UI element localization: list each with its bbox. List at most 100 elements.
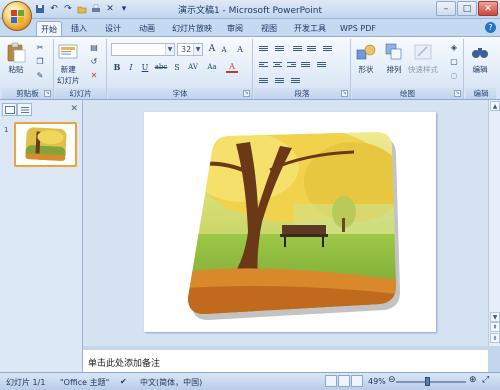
slide-canvas[interactable] <box>144 112 436 332</box>
editing-label: 编辑 <box>466 88 496 99</box>
prev-slide-icon[interactable]: ⇞ <box>490 322 500 332</box>
scroll-down-icon[interactable]: ▼ <box>490 312 500 322</box>
bold-button[interactable]: B <box>111 61 123 73</box>
slide-number: 1 <box>4 126 9 134</box>
align-left-icon[interactable] <box>257 59 270 70</box>
smartart-icon[interactable] <box>289 75 302 86</box>
tab-developer[interactable]: 开发工具 <box>290 21 330 36</box>
fit-window-icon[interactable]: ⤢ <box>482 375 489 385</box>
tab-insert[interactable]: 插入 <box>66 21 92 36</box>
text-direction-icon[interactable] <box>257 75 270 86</box>
numbering-icon[interactable] <box>273 43 286 54</box>
office-logo-icon <box>11 10 24 23</box>
layout-icon[interactable]: ▤ <box>88 42 100 53</box>
align-center-icon[interactable] <box>271 59 284 70</box>
spellcheck-icon[interactable]: ✔ <box>120 377 127 386</box>
line-spacing-icon[interactable] <box>321 43 334 54</box>
clipboard-launcher[interactable]: ↘ <box>44 90 51 97</box>
drawing-group: 形状 排列 快速样式 ◈ ▢ ◌ 绘图 ↘ <box>352 39 464 99</box>
help-icon[interactable]: ? <box>485 22 496 33</box>
decrease-indent-icon[interactable] <box>291 43 304 54</box>
zoom-in-icon[interactable]: ⊕ <box>469 375 477 385</box>
tab-view[interactable]: 视图 <box>256 21 282 36</box>
title-bar: ↶ ↷ ✕ ▾ 演示文稿1 - Microsoft PowerPoint – □… <box>0 0 500 31</box>
scroll-up-icon[interactable]: ▲ <box>490 101 500 111</box>
shape-fill-icon[interactable]: ◈ <box>448 42 460 53</box>
reset-icon[interactable]: ↺ <box>88 56 100 67</box>
font-color-button[interactable]: A <box>226 61 238 73</box>
paragraph-group: 段落 ↘ <box>254 39 351 99</box>
clear-format-button[interactable]: A <box>234 43 246 55</box>
close-icon[interactable]: ✕ <box>70 104 78 114</box>
slideshow-view-icon[interactable] <box>351 375 363 387</box>
edit-button[interactable]: 编辑 <box>469 41 491 75</box>
clipboard-group: 粘贴 ✂ ❐ ✎ 剪贴板 ↘ <box>2 39 54 99</box>
grow-font-button[interactable]: A <box>206 43 218 55</box>
zoom-slider-thumb[interactable] <box>425 377 430 386</box>
cut-icon[interactable]: ✂ <box>34 42 46 53</box>
close-button[interactable]: ✕ <box>478 1 498 16</box>
arrange-icon <box>385 43 402 60</box>
chevron-down-icon: ▼ <box>193 44 202 55</box>
font-size-combo[interactable]: 32 ▼ <box>177 43 203 56</box>
minimize-button[interactable]: – <box>436 1 456 16</box>
bullets-icon[interactable] <box>257 43 270 54</box>
slides-panel: ✕ 1 <box>0 100 83 372</box>
arrange-button[interactable]: 排列 <box>383 41 405 75</box>
shape-outline-icon[interactable]: ▢ <box>448 56 460 67</box>
delete-slide-icon[interactable]: ✕ <box>88 70 100 81</box>
copy-icon[interactable]: ❐ <box>34 56 46 67</box>
font-launcher[interactable]: ↘ <box>243 90 250 97</box>
tab-design[interactable]: 设计 <box>100 21 126 36</box>
increase-indent-icon[interactable] <box>305 43 318 54</box>
italic-button[interactable]: I <box>125 61 137 73</box>
tab-slides[interactable] <box>2 103 17 116</box>
shape-effects-icon[interactable]: ◌ <box>448 70 460 81</box>
columns-icon[interactable] <box>315 59 328 70</box>
shapes-button[interactable]: 形状 <box>355 41 377 75</box>
change-case-button[interactable]: Aa <box>204 61 220 73</box>
justify-icon[interactable] <box>299 59 312 70</box>
char-spacing-button[interactable]: AV <box>185 61 201 73</box>
ribbon-tabs: 开始 插入 设计 动画 幻灯片放映 审阅 视图 开发工具 WPS PDF ? <box>0 19 500 36</box>
notes-pane[interactable]: 单击此处添加备注 <box>83 347 488 372</box>
next-slide-icon[interactable]: ⇟ <box>490 333 500 343</box>
theme-name: "Office 主题" <box>60 378 110 387</box>
tab-review[interactable]: 审阅 <box>222 21 248 36</box>
slides-group: 新建 幻灯片 ▤ ↺ ✕ 幻灯片 <box>55 39 107 99</box>
slide-sorter-icon[interactable] <box>338 375 350 387</box>
office-button[interactable] <box>2 1 32 31</box>
align-text-icon[interactable] <box>273 75 286 86</box>
paste-button[interactable]: 粘贴 <box>5 41 27 75</box>
normal-view-icon[interactable] <box>325 375 337 387</box>
vertical-scrollbar[interactable]: ▲ ▼ ⇞ ⇟ <box>488 100 500 346</box>
strikethrough-button[interactable]: abc <box>153 61 169 73</box>
font-name-combo[interactable]: ▼ <box>111 43 175 56</box>
zoom-slider[interactable] <box>396 377 466 386</box>
tab-animation[interactable]: 动画 <box>134 21 160 36</box>
drawing-launcher[interactable]: ↘ <box>454 90 461 97</box>
paragraph-launcher[interactable]: ↘ <box>341 90 348 97</box>
align-right-icon[interactable] <box>285 59 298 70</box>
tab-home[interactable]: 开始 <box>36 21 62 36</box>
shrink-font-button[interactable]: A <box>218 44 230 56</box>
panel-tabs <box>2 103 78 116</box>
slide-thumbnail[interactable] <box>14 122 77 167</box>
quick-styles-button[interactable]: 快速样式 <box>408 41 438 75</box>
autumn-park-picture[interactable] <box>144 112 436 332</box>
zoom-level[interactable]: 49% <box>368 377 386 386</box>
maximize-button[interactable]: □ <box>457 1 477 16</box>
format-painter-icon[interactable]: ✎ <box>34 70 46 81</box>
new-slide-button[interactable]: 新建 幻灯片 <box>57 41 80 86</box>
zoom-out-icon[interactable]: ⊖ <box>388 375 396 385</box>
tab-wps-pdf[interactable]: WPS PDF <box>338 21 378 36</box>
underline-button[interactable]: U <box>139 61 151 73</box>
quick-styles-label: 快速样式 <box>408 65 438 74</box>
language: 中文(简体，中国) <box>140 378 203 387</box>
tab-slideshow[interactable]: 幻灯片放映 <box>170 21 214 36</box>
shadow-button[interactable]: S <box>171 61 183 73</box>
status-bar: 幻灯片 1/1 "Office 主题" ✔ 中文(简体，中国) 49% ⊖ ⊕ … <box>0 372 500 390</box>
tab-outline[interactable] <box>17 103 32 116</box>
font-group: ▼ 32 ▼ A A A B I U abc S AV Aa A 字体 ↘ <box>108 39 253 99</box>
outline-tab-icon <box>20 106 29 113</box>
